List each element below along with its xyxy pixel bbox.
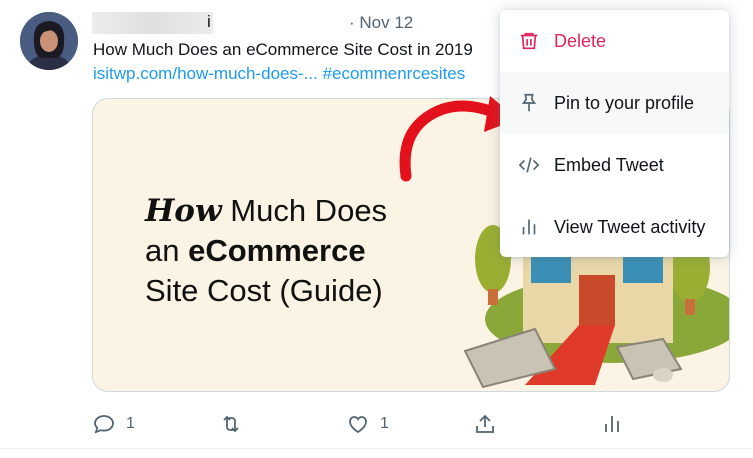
menu-item-delete[interactable]: Delete xyxy=(500,10,729,72)
avatar[interactable] xyxy=(20,12,78,70)
retweet-button[interactable] xyxy=(219,408,243,440)
menu-item-label: View Tweet activity xyxy=(554,216,706,237)
share-button[interactable] xyxy=(473,408,497,440)
tweet-text: How Much Does an eCommerce Site Cost in … xyxy=(93,40,473,59)
menu-item-label: Embed Tweet xyxy=(554,154,664,175)
card-title-how: How xyxy=(145,193,222,229)
tweet-links: isitwp.com/how-much-does-... #ecommenrce… xyxy=(93,64,465,84)
menu-item-activity[interactable]: View Tweet activity xyxy=(500,196,729,257)
like-button[interactable]: 1 xyxy=(346,408,389,440)
card-title-line3: Site Cost (Guide) xyxy=(145,273,383,308)
menu-item-label: Pin to your profile xyxy=(554,92,695,113)
card-title: How Much Does an eCommerce Site Cost (Gu… xyxy=(145,191,387,311)
user-name-suffix: i xyxy=(207,12,211,31)
heart-icon xyxy=(349,416,367,434)
bar-chart-icon xyxy=(605,416,619,432)
tweet-link[interactable]: isitwp.com/how-much-does-... xyxy=(93,64,318,83)
share-icon xyxy=(476,414,494,433)
like-count: 1 xyxy=(380,415,389,432)
code-icon xyxy=(518,154,540,176)
user-name-redacted xyxy=(92,12,213,34)
reply-count: 1 xyxy=(126,415,135,432)
tweet-more-menu: Delete Pin to your profile Embed Tweet V… xyxy=(500,10,729,257)
tweet-date[interactable]: · Nov 12 xyxy=(349,13,413,33)
retweet-icon xyxy=(223,415,239,433)
reply-icon xyxy=(94,415,114,434)
analytics-button[interactable] xyxy=(600,408,624,440)
divider xyxy=(0,448,753,449)
tweet-hashtag[interactable]: #ecommenrcesites xyxy=(323,64,466,83)
card-title-an: an xyxy=(145,233,189,268)
card-title-ecommerce: eCommerce xyxy=(188,233,366,268)
menu-item-embed[interactable]: Embed Tweet xyxy=(500,134,729,196)
menu-item-pin[interactable]: Pin to your profile xyxy=(500,72,729,134)
trash-icon xyxy=(518,30,540,52)
menu-item-label: Delete xyxy=(554,30,607,51)
tweet-action-bar: 1 1 xyxy=(0,408,753,440)
bar-chart-icon xyxy=(518,216,540,238)
pin-icon xyxy=(518,92,540,114)
card-title-line1: Much Does xyxy=(221,193,388,228)
reply-button[interactable]: 1 xyxy=(92,408,135,440)
